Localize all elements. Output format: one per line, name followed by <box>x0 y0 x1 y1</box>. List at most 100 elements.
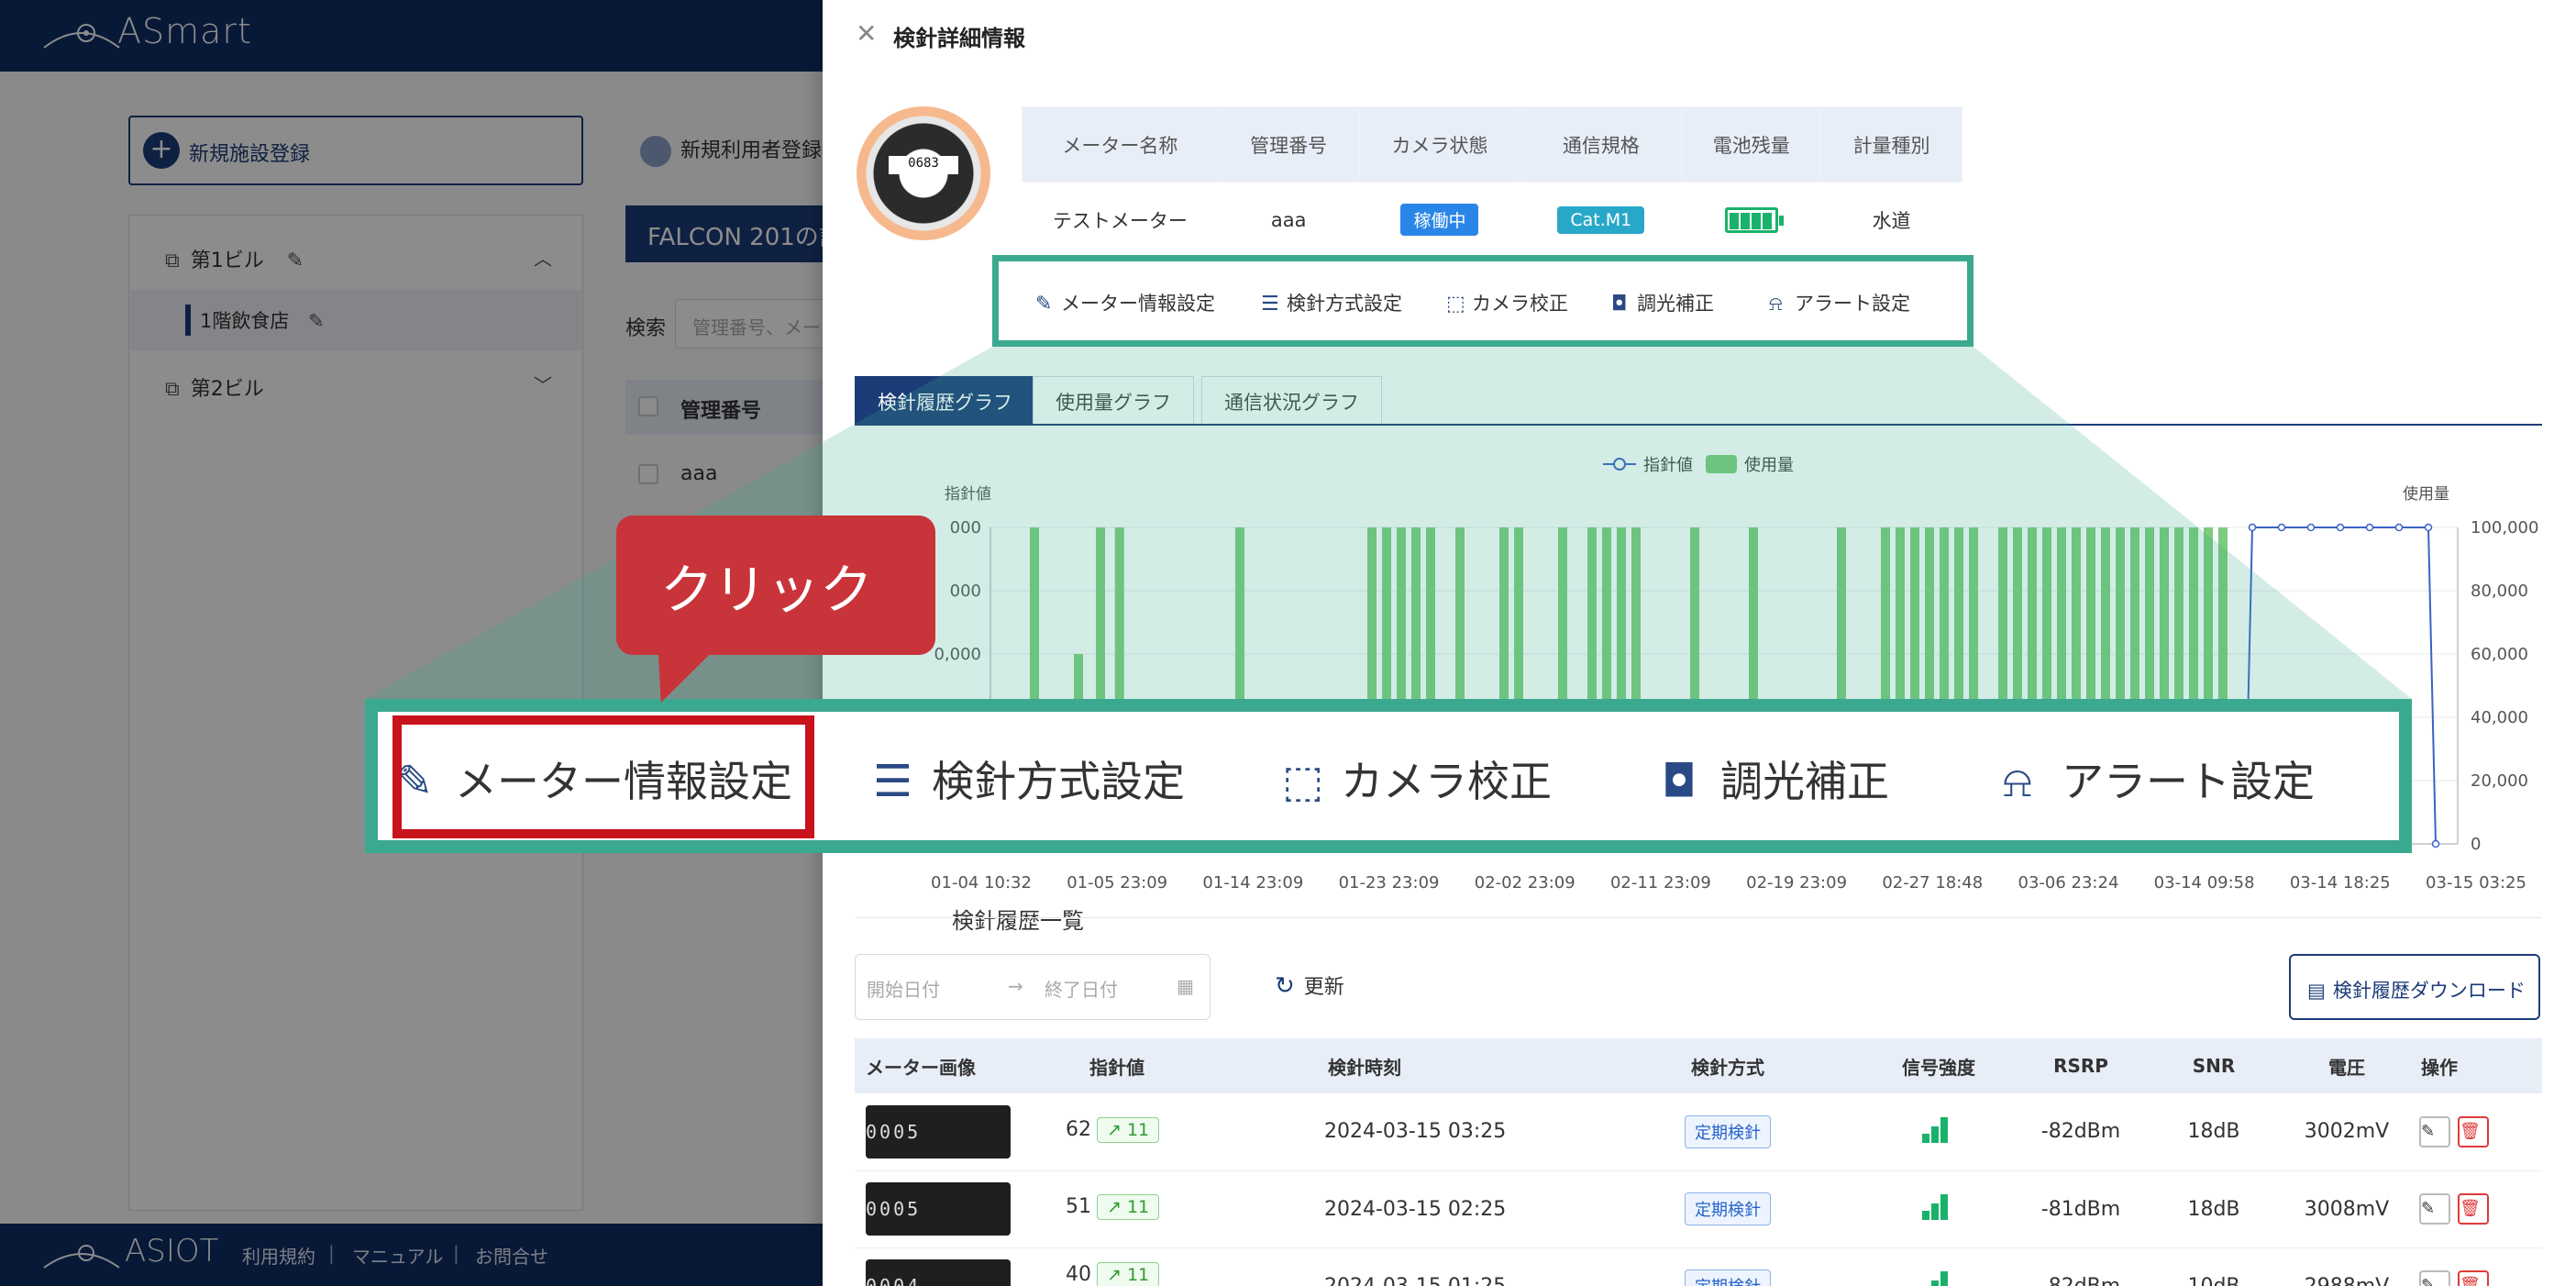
info-header: メーター名称 <box>1022 106 1219 183</box>
reading-value-cell: 62 ↗ 11 <box>1066 1117 1160 1143</box>
x-tick-label: 03-14 09:58 <box>2154 873 2255 890</box>
column-header: RSRP <box>2012 1038 2150 1093</box>
reading-value-cell: 40 ↗ 11 <box>1066 1262 1160 1286</box>
reading-time: 2024-03-15 02:25 <box>1324 1170 1590 1248</box>
history-list-title: 検針履歴一覧 <box>952 908 1084 934</box>
y-tick-label-right: 0 <box>2471 835 2481 854</box>
signal-icon <box>1922 1192 1955 1220</box>
alert-settings-button[interactable]: ⍾ アラート設定 <box>1769 289 1910 316</box>
meter-info-settings-button[interactable]: ✎ メーター情報設定 <box>1035 289 1215 316</box>
action-label: 調光補正 <box>1637 293 1714 315</box>
reading-method-settings-button[interactable]: ☰ 検針方式設定 <box>1261 289 1402 316</box>
column-header: 信号強度 <box>1865 1038 2012 1093</box>
y-tick-label-left: 000 <box>950 518 981 538</box>
column-header: メーター画像 <box>855 1038 1053 1093</box>
voltage-value: 3002mV <box>2278 1093 2416 1171</box>
comm-badge: Cat.M1 <box>1557 205 1645 234</box>
zoom-action-label: カメラ校正 <box>1341 757 1552 806</box>
chart-legend[interactable]: 指針値 使用量 <box>1603 455 1794 475</box>
zoom-light-correction[interactable]: ◘ 調光補正 <box>1662 748 1889 809</box>
diff-badge: ↗ 11 <box>1097 1194 1160 1220</box>
meter-thumbnail[interactable]: 0005 <box>866 1104 1011 1159</box>
meter-action-bar: ✎ メーター情報設定 ☰ 検針方式設定 ⬚ カメラ校正 ◘ 調光補正 ⍾ アラート設定 <box>992 255 1973 347</box>
comm-standard: Cat.M1 <box>1520 182 1682 258</box>
alarm-icon: ⍾ <box>2003 756 2032 807</box>
alarm-icon: ⍾ <box>1769 293 1783 316</box>
legend-usage: 使用量 <box>1744 456 1794 475</box>
download-history-button[interactable]: ▤ 検針履歴ダウンロード <box>2289 954 2540 1020</box>
camera-icon: ◘ <box>1662 756 1697 807</box>
y-tick-label-right: 40,000 <box>2471 708 2528 727</box>
zoom-reading-method-settings[interactable]: ☰ 検針方式設定 <box>873 748 1185 809</box>
x-tick-label: 01-23 23:09 <box>1339 873 1440 890</box>
diff-value: 11 <box>1126 1120 1150 1140</box>
history-header-row: メーター画像 指針値 検針時刻 検針方式 信号強度 RSRP SNR 電圧 操作 <box>855 1038 2542 1093</box>
signal-icon <box>1922 1115 1955 1143</box>
rsrp-value: -82dBm <box>2012 1093 2150 1171</box>
legend-bar-swatch <box>1706 455 1737 473</box>
trash-icon[interactable]: 🗑 <box>2458 1270 2489 1286</box>
x-tick-label: 02-27 18:48 <box>1882 873 1983 890</box>
method-tag: 定期検針 <box>1685 1114 1771 1148</box>
meter-name: テストメーター <box>1022 182 1219 258</box>
arrow-right-icon: → <box>1008 975 1023 997</box>
zoom-camera-calibration[interactable]: ⬚ カメラ校正 <box>1282 748 1552 809</box>
info-header: 計量種別 <box>1820 106 1962 183</box>
action-label: カメラ校正 <box>1472 293 1568 315</box>
reading-point <box>2306 523 2316 532</box>
y-axis-left-label: 指針値 <box>945 485 991 504</box>
tab-reading-history-graph[interactable]: 検針履歴グラフ <box>855 376 1035 424</box>
battery-icon <box>1724 206 1784 233</box>
x-tick-label: 03-15 03:25 <box>2426 873 2526 890</box>
status-badge: 稼働中 <box>1400 204 1479 236</box>
zoom-action-label: 調光補正 <box>1720 757 1889 806</box>
crop-icon: ⬚ <box>1282 756 1324 807</box>
trash-icon[interactable]: 🗑 <box>2458 1193 2489 1225</box>
edit-icon[interactable]: ✎ <box>2419 1193 2450 1225</box>
meter-type: 水道 <box>1820 182 1962 258</box>
tab-comm-status-graph[interactable]: 通信状況グラフ <box>1201 376 1382 424</box>
method-tag: 定期検針 <box>1685 1269 1771 1286</box>
close-icon[interactable]: ✕ <box>856 18 877 49</box>
meter-thumbnail[interactable]: 0004 <box>866 1259 1011 1286</box>
meter-thumbnail[interactable]: 0005 <box>866 1182 1011 1236</box>
reading-value-cell: 51 ↗ 11 <box>1066 1194 1160 1220</box>
end-date-input[interactable]: 終了日付 <box>1045 975 1118 1002</box>
tab-usage-graph[interactable]: 使用量グラフ <box>1033 376 1194 424</box>
column-header: 操作 <box>2416 1038 2542 1093</box>
rsrp-value: -81dBm <box>2012 1170 2150 1248</box>
diff-badge: ↗ 11 <box>1097 1262 1160 1286</box>
x-tick-label: 01-04 10:32 <box>931 873 1032 890</box>
zoom-alert-settings[interactable]: ⍾ アラート設定 <box>2003 748 2315 809</box>
legend-line-marker <box>1613 458 1626 471</box>
reading-point <box>2365 523 2374 532</box>
x-tick-label: 01-14 23:09 <box>1202 873 1303 890</box>
start-date-input[interactable]: 開始日付 <box>867 975 940 1002</box>
snr-value: 10dB <box>2150 1247 2278 1286</box>
rsrp-value: -82dBm <box>2012 1247 2150 1286</box>
column-header: 電圧 <box>2278 1038 2416 1093</box>
x-tick-label: 02-02 23:09 <box>1475 873 1575 890</box>
sliders-icon: ☰ <box>1261 293 1279 316</box>
x-tick-label: 03-06 23:24 <box>2018 873 2119 890</box>
edit-icon[interactable]: ✎ <box>2419 1270 2450 1286</box>
light-correction-button[interactable]: ◘ 調光補正 <box>1611 289 1714 316</box>
graph-tabs: 検針履歴グラフ 使用量グラフ 通信状況グラフ <box>855 376 2542 426</box>
reading-time: 2024-03-15 01:25 <box>1324 1247 1590 1286</box>
edit-icon[interactable]: ✎ <box>2419 1115 2450 1147</box>
sliders-icon: ☰ <box>873 756 913 807</box>
refresh-button[interactable]: ↻ 更新 <box>1275 970 1344 1000</box>
snr-value: 18dB <box>2150 1093 2278 1171</box>
trash-icon[interactable]: 🗑 <box>2458 1115 2489 1147</box>
reading-point <box>2277 523 2286 532</box>
date-range-picker[interactable]: 開始日付 → 終了日付 ▦ <box>855 954 1211 1020</box>
battery-cell <box>1681 182 1821 258</box>
legend-reading: 指針値 <box>1643 456 1693 475</box>
calendar-icon[interactable]: ▦ <box>1177 975 1194 997</box>
y-tick-label-right: 100,000 <box>2471 518 2538 538</box>
refresh-icon: ↻ <box>1275 972 1295 1000</box>
voltage-value: 3008mV <box>2278 1170 2416 1248</box>
camera-calibration-button[interactable]: ⬚ カメラ校正 <box>1446 289 1568 316</box>
meter-info-table: メーター名称 管理番号 カメラ状態 通信規格 電池残量 計量種別 テストメーター… <box>1022 106 1962 258</box>
zoom-action-label: アラート設定 <box>2062 757 2315 806</box>
